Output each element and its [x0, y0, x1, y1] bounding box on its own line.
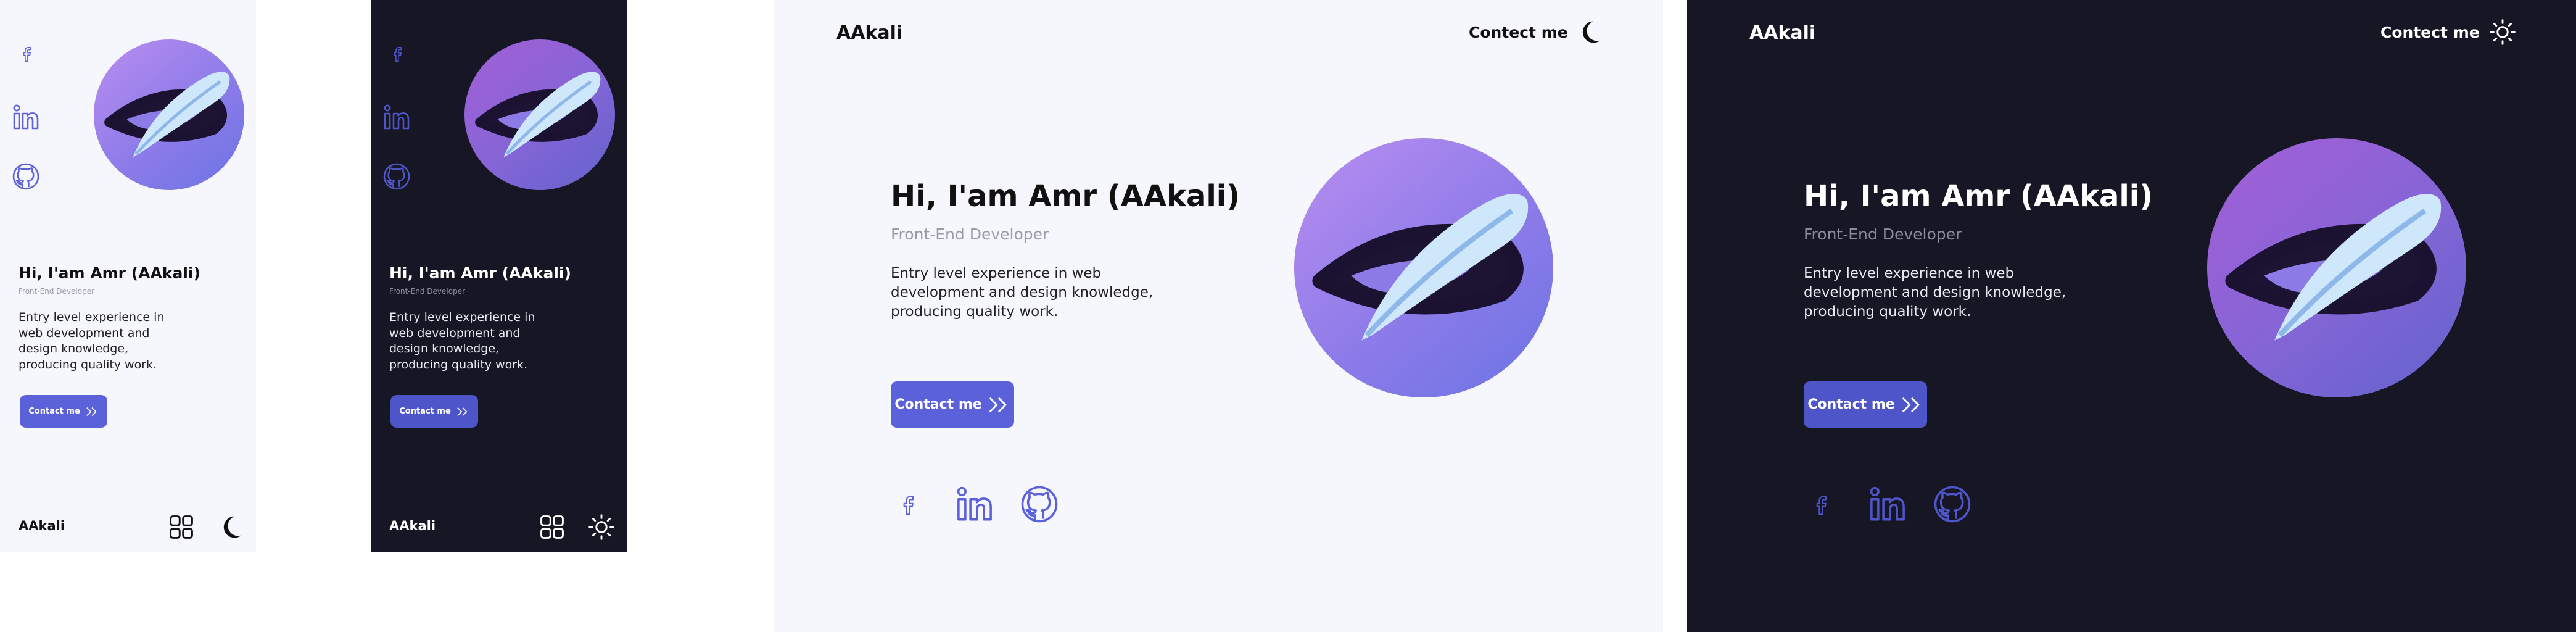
- apps-grid-icon[interactable]: [168, 514, 195, 541]
- contact-me-label: Contact me: [894, 397, 982, 412]
- contact-me-button[interactable]: Contact me: [390, 395, 478, 428]
- contact-me-button[interactable]: Contact me: [1804, 381, 1927, 428]
- feather-logo-icon: [2207, 138, 2466, 397]
- double-chevron-right-icon: [456, 405, 469, 418]
- double-chevron-right-icon: [85, 405, 99, 418]
- github-icon[interactable]: [382, 162, 411, 191]
- facebook-icon[interactable]: [388, 40, 407, 69]
- facebook-icon[interactable]: [17, 40, 36, 69]
- brand-logo[interactable]: AAkali: [389, 518, 436, 533]
- nav-contact-link[interactable]: Contect me: [1469, 23, 1568, 41]
- contact-me-label: Contact me: [28, 407, 80, 416]
- avatar: [94, 40, 244, 190]
- brand-logo[interactable]: AAkali: [19, 518, 65, 533]
- github-icon[interactable]: [11, 162, 41, 191]
- desktop-dark-frame: AAkali Contect me Hi, I'am Amr (AAkali) …: [1687, 0, 2576, 632]
- sun-icon[interactable]: [2489, 19, 2516, 46]
- contact-me-label: Contact me: [399, 407, 451, 416]
- hero-subtitle: Front-End Developer: [19, 287, 95, 296]
- brand-logo[interactable]: AAkali: [1749, 22, 1815, 44]
- double-chevron-right-icon: [1900, 393, 1923, 417]
- facebook-icon[interactable]: [896, 484, 920, 527]
- hero-title: Hi, I'am Amr (AAkali): [389, 264, 571, 282]
- nav-contact-link[interactable]: Contect me: [2380, 23, 2480, 41]
- sun-icon[interactable]: [588, 514, 615, 541]
- hero-description: Entry level experience in web developmen…: [891, 265, 1154, 320]
- hero-title: Hi, I'am Amr (AAkali): [891, 179, 1241, 214]
- hero-title: Hi, I'am Amr (AAkali): [1804, 179, 2153, 214]
- github-icon[interactable]: [1932, 484, 1973, 525]
- linkedin-icon[interactable]: [1867, 484, 1908, 525]
- feather-logo-icon: [1294, 138, 1553, 397]
- linkedin-icon[interactable]: [11, 102, 41, 132]
- contact-me-label: Contact me: [1807, 397, 1895, 412]
- contact-me-button[interactable]: Contact me: [20, 395, 107, 428]
- feather-logo-icon: [464, 40, 615, 190]
- hero-description: Entry level experience in web developmen…: [1804, 265, 2066, 320]
- feather-logo-icon: [94, 40, 244, 190]
- moon-icon[interactable]: [1576, 19, 1603, 46]
- contact-me-button[interactable]: Contact me: [891, 381, 1014, 428]
- linkedin-icon[interactable]: [954, 484, 995, 525]
- mobile-dark-frame: Hi, I'am Amr (AAkali) Front-End Develope…: [371, 0, 627, 552]
- desktop-light-frame: AAkali Contect me Hi, I'am Amr (AAkali) …: [774, 0, 1663, 632]
- hero-title: Hi, I'am Amr (AAkali): [19, 264, 200, 282]
- apps-grid-icon[interactable]: [539, 514, 566, 541]
- avatar: [464, 40, 615, 190]
- hero-subtitle: Front-End Developer: [891, 225, 1049, 243]
- facebook-icon[interactable]: [1809, 484, 1833, 527]
- double-chevron-right-icon: [987, 393, 1010, 417]
- mobile-light-frame: Hi, I'am Amr (AAkali) Front-End Develope…: [0, 0, 256, 552]
- hero-description: Entry level experience in web developmen…: [19, 310, 165, 372]
- hero-subtitle: Front-End Developer: [389, 287, 466, 296]
- avatar: [2207, 138, 2466, 397]
- hero-description: Entry level experience in web developmen…: [389, 310, 535, 372]
- linkedin-icon[interactable]: [382, 102, 411, 132]
- moon-icon[interactable]: [217, 514, 244, 541]
- avatar: [1294, 138, 1553, 397]
- github-icon[interactable]: [1019, 484, 1060, 525]
- hero-subtitle: Front-End Developer: [1804, 225, 1962, 243]
- brand-logo[interactable]: AAkali: [836, 22, 902, 44]
